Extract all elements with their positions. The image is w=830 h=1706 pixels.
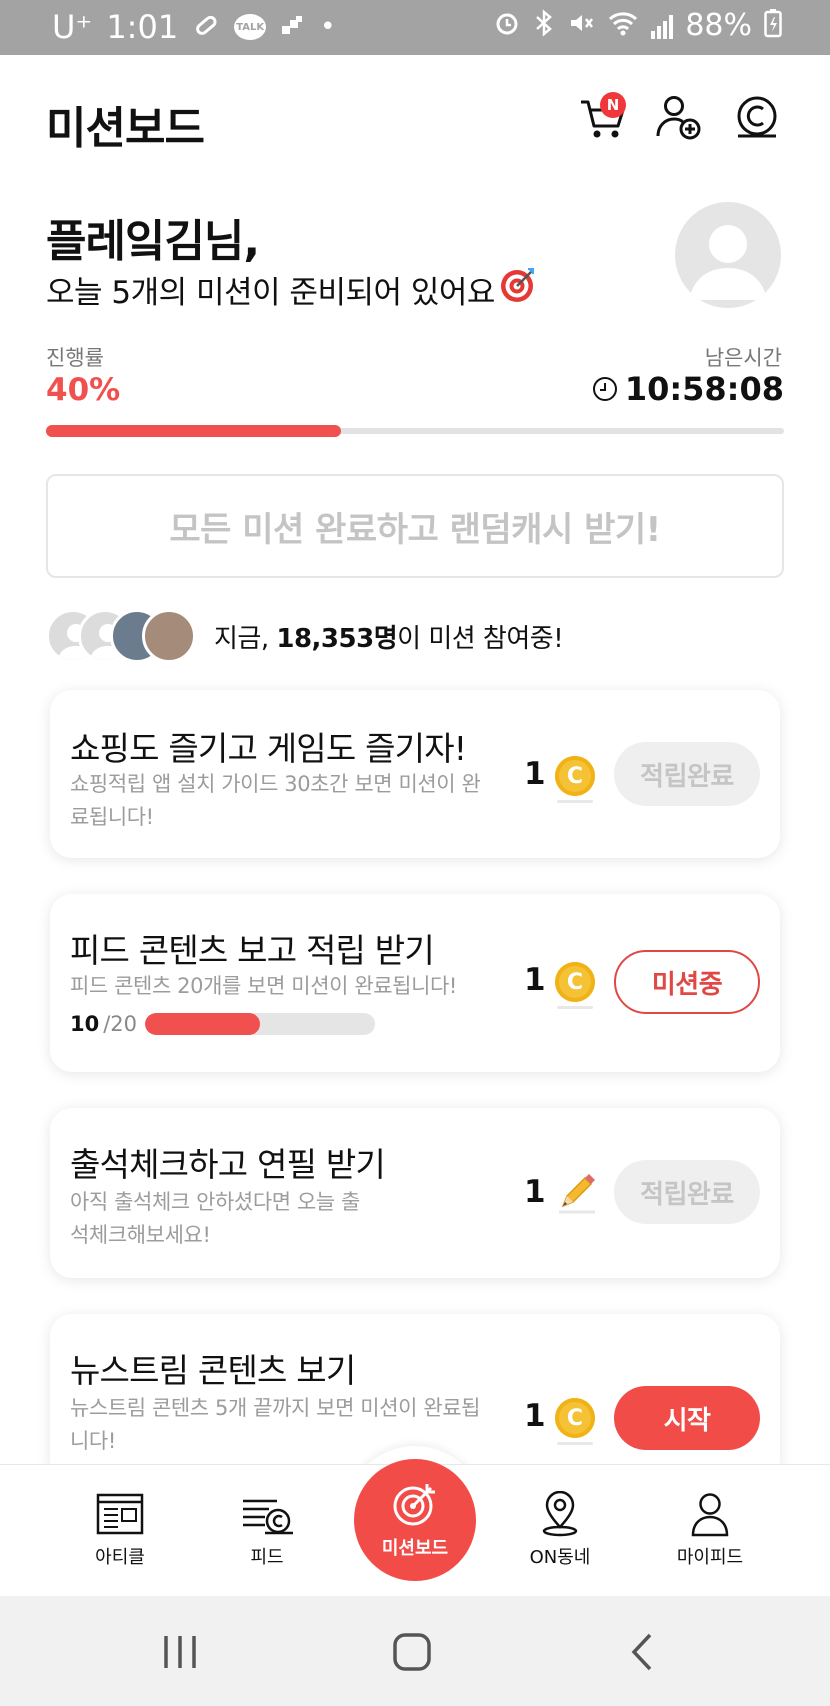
nav-item-my-feed[interactable]: 마이피드 [650, 1465, 770, 1597]
dot-icon: • [320, 12, 336, 42]
coin-icon: C [555, 962, 595, 1009]
system-navigation-bar [0, 1596, 830, 1706]
participants-text: 지금, 18,353명이 미션 참여중! [214, 618, 564, 655]
mission-progress-bar [145, 1013, 376, 1035]
page-title: 미션보드 [46, 103, 205, 154]
random-cash-button[interactable]: 모든 미션 완료하고 랜덤캐시 받기! [46, 474, 784, 578]
coin-icon: C [555, 1398, 595, 1445]
participants-suffix: 이 미션 참여중! [397, 623, 564, 654]
mission-card[interactable]: 출석체크하고 연필 받기 아직 출석체크 안하셨다면 오늘 출석체크해보세요! … [50, 1108, 780, 1278]
mission-description: 아직 출석체크 안하셨다면 오늘 출석체크해보세요! [70, 1190, 360, 1247]
reward-amount: 1 [524, 756, 546, 792]
back-icon[interactable] [628, 1632, 658, 1672]
bluetooth-icon [533, 9, 555, 42]
wifi-icon [607, 9, 639, 42]
participant-avatar [142, 609, 196, 663]
progress-value: 40% [46, 372, 121, 408]
cart-badge: N [600, 92, 626, 118]
mission-title: 뉴스트림 콘텐츠 보기 [70, 1351, 356, 1390]
coin-icon: C [555, 756, 595, 803]
nav-label: 마이피드 [676, 1547, 744, 1568]
nav-item-feed[interactable]: 피드 [207, 1465, 327, 1597]
battery-icon [764, 8, 782, 43]
progress-bar-fill [46, 425, 342, 437]
mission-button-start[interactable]: 시작 [614, 1386, 760, 1450]
location-pin-icon [542, 1491, 578, 1537]
add-friend-icon[interactable] [654, 92, 704, 142]
reward-amount: 1 [524, 1398, 546, 1434]
nav-item-article[interactable]: 아티클 [60, 1465, 180, 1597]
pill-icon [192, 11, 220, 44]
signal-icon [651, 13, 674, 39]
nav-label-active: 미션보드 [381, 1538, 449, 1559]
cash-coin-icon[interactable] [732, 92, 782, 142]
article-icon [96, 1493, 144, 1535]
nav-label: 피드 [250, 1547, 284, 1568]
mission-description: 쇼핑적립 앱 설치 가이드 30초간 보면 미션이 완료됩니다! [70, 772, 481, 829]
participants-row: 지금, 18,353명이 미션 참여중! [46, 608, 564, 664]
steps-icon [280, 12, 306, 43]
participants-count: 18,353명 [276, 623, 398, 654]
feed-icon [243, 1499, 293, 1535]
remaining-time-value: 10:58:08 [624, 370, 784, 408]
reward-amount: 1 [524, 1174, 546, 1210]
mission-card[interactable]: 피드 콘텐츠 보고 적립 받기 피드 콘텐츠 20개를 보면 미션이 완료됩니다… [50, 894, 780, 1072]
home-icon[interactable] [392, 1632, 432, 1672]
remaining-time-label: 남은시간 [704, 346, 782, 370]
carrier-label: U⁺ [52, 8, 93, 46]
progress-label: 진행률 [46, 346, 104, 370]
mission-button-done[interactable]: 적립완료 [614, 742, 760, 806]
mission-title: 출석체크하고 연필 받기 [70, 1145, 386, 1184]
pencil-icon [555, 1170, 599, 1214]
mission-progress: 10/20 [70, 1012, 376, 1036]
nav-label: 아티클 [95, 1547, 145, 1568]
clock-time: 1:01 [106, 8, 179, 46]
mission-progress-fill [145, 1013, 261, 1035]
target-emoji-icon [499, 266, 537, 312]
mission-card[interactable]: 쇼핑도 즐기고 게임도 즐기자! 쇼핑적립 앱 설치 가이드 30초간 보면 미… [50, 690, 780, 858]
mute-icon [567, 9, 595, 42]
mission-description: 피드 콘텐츠 20개를 보면 미션이 완료됩니다! [70, 974, 457, 998]
person-icon [691, 1493, 729, 1537]
nav-label: ON동네 [529, 1547, 591, 1568]
reward-amount: 1 [524, 962, 546, 998]
mission-progress-total: /20 [103, 1012, 138, 1036]
battery-percent: 88% [685, 8, 752, 43]
greeting-subtitle-text: 오늘 5개의 미션이 준비되어 있어요 [46, 274, 495, 311]
nav-item-mission-board[interactable]: 미션보드 [354, 1459, 476, 1581]
status-bar: U⁺ 1:01 TALK • 88% [0, 0, 830, 55]
participants-prefix: 지금, [214, 623, 277, 654]
mission-title: 피드 콘텐츠 보고 적립 받기 [70, 931, 435, 970]
profile-avatar[interactable] [675, 202, 781, 308]
progress-bar [46, 425, 784, 437]
mission-progress-current: 10 [70, 1012, 100, 1036]
recent-apps-icon[interactable] [160, 1632, 200, 1672]
mission-button-in-progress[interactable]: 미션중 [614, 950, 760, 1014]
greeting-subtitle: 오늘 5개의 미션이 준비되어 있어요 [46, 266, 537, 312]
kakaotalk-icon: TALK [234, 14, 267, 40]
greeting-name: 플레잌김님, [46, 216, 260, 267]
alarm-icon [493, 9, 521, 42]
mission-title: 쇼핑도 즐기고 게임도 즐기자! [70, 729, 467, 768]
clock-icon [592, 377, 617, 401]
mission-button-done[interactable]: 적립완료 [614, 1160, 760, 1224]
nav-item-on-neighborhood[interactable]: ON동네 [500, 1465, 620, 1597]
remaining-time: 10:58:08 [592, 370, 784, 408]
target-icon [393, 1484, 435, 1526]
